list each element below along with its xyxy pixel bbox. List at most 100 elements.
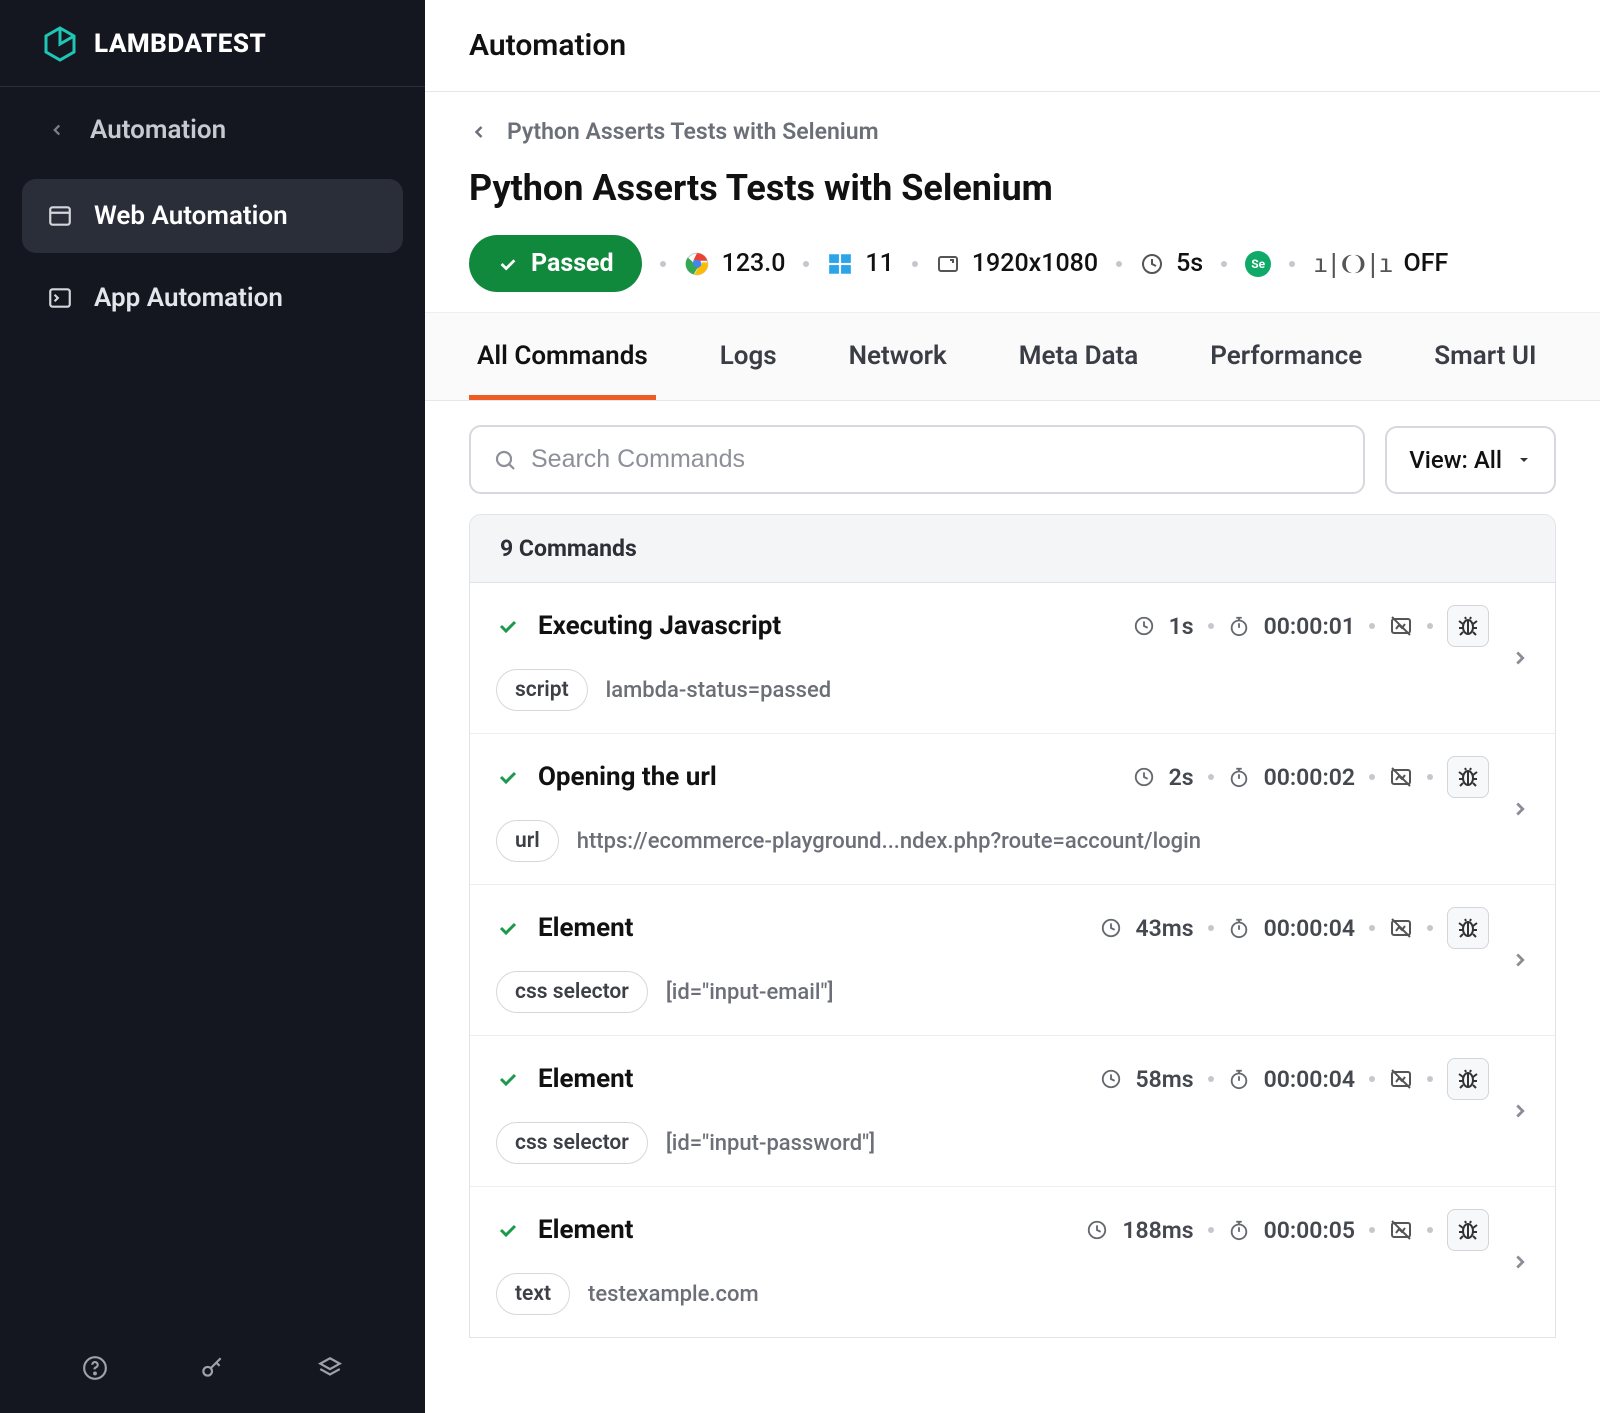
- chevron-left-icon: [48, 121, 66, 139]
- breadcrumb-label: Python Asserts Tests with Selenium: [507, 118, 879, 145]
- stack-icon[interactable]: [315, 1353, 345, 1383]
- help-icon[interactable]: [80, 1353, 110, 1383]
- tab-performance[interactable]: Performance: [1202, 313, 1370, 400]
- command-tag: url: [496, 820, 559, 862]
- terminal-icon: [46, 284, 74, 312]
- image-off-icon: [1389, 614, 1413, 638]
- separator-dot: [1369, 1227, 1375, 1233]
- clock-icon: [1140, 252, 1164, 276]
- stopwatch-icon: [1228, 917, 1250, 939]
- command-duration: 1s: [1169, 613, 1194, 640]
- stopwatch-icon: [1228, 615, 1250, 637]
- check-icon: [496, 916, 520, 940]
- separator-dot: [1369, 774, 1375, 780]
- image-off-icon: [1389, 765, 1413, 789]
- separator-dot: [1116, 261, 1122, 267]
- separator-dot: [1221, 261, 1227, 267]
- separator-dot: [1208, 623, 1214, 629]
- expand-chevron[interactable]: [1501, 1209, 1539, 1315]
- sidebar-item-app-automation[interactable]: App Automation: [22, 261, 403, 335]
- expand-chevron[interactable]: [1501, 907, 1539, 1013]
- tab-all-commands[interactable]: All Commands: [469, 313, 656, 400]
- search-box[interactable]: [469, 425, 1365, 494]
- command-row[interactable]: Element 43ms 00:00:04 css selector [id="…: [470, 885, 1555, 1036]
- breadcrumb-back[interactable]: [469, 122, 489, 142]
- command-row[interactable]: Opening the url 2s 00:00:02 url https://…: [470, 734, 1555, 885]
- sidebar-back[interactable]: Automation: [0, 87, 425, 173]
- tunnel-value: OFF: [1403, 249, 1448, 278]
- check-icon: [496, 765, 520, 789]
- tab-logs[interactable]: Logs: [712, 313, 785, 400]
- command-timestamp: 00:00:04: [1264, 1066, 1355, 1093]
- command-timestamp: 00:00:02: [1264, 764, 1355, 791]
- resolution-icon: [936, 252, 960, 276]
- command-timestamp: 00:00:05: [1264, 1217, 1355, 1244]
- debug-button[interactable]: [1447, 1209, 1489, 1251]
- command-title: Opening the url: [538, 762, 717, 792]
- image-off-icon: [1389, 1218, 1413, 1242]
- view-dropdown[interactable]: View: All: [1385, 426, 1556, 494]
- command-duration: 58ms: [1136, 1066, 1194, 1093]
- expand-chevron[interactable]: [1501, 1058, 1539, 1164]
- stopwatch-icon: [1228, 1068, 1250, 1090]
- sidebar-nav: Web Automation App Automation: [0, 173, 425, 341]
- debug-button[interactable]: [1447, 756, 1489, 798]
- debug-button[interactable]: [1447, 605, 1489, 647]
- tab-meta-data[interactable]: Meta Data: [1011, 313, 1147, 400]
- view-label: View: All: [1409, 446, 1502, 474]
- clock-icon: [1133, 615, 1155, 637]
- separator-dot: [1369, 623, 1375, 629]
- command-title: Element: [538, 1064, 633, 1094]
- separator-dot: [1427, 1227, 1433, 1233]
- check-icon: [496, 1218, 520, 1242]
- debug-button[interactable]: [1447, 1058, 1489, 1100]
- commands-list: Executing Javascript 1s 00:00:01 script …: [470, 583, 1555, 1337]
- tabs: All Commands Logs Network Meta Data Perf…: [425, 313, 1600, 401]
- caret-down-icon: [1516, 452, 1532, 468]
- meta-browser: 123.0: [684, 249, 786, 278]
- command-row[interactable]: Executing Javascript 1s 00:00:01 script …: [470, 583, 1555, 734]
- windows-icon: [827, 251, 853, 277]
- command-duration: 43ms: [1136, 915, 1194, 942]
- command-timestamp: 00:00:04: [1264, 915, 1355, 942]
- separator-dot: [1369, 925, 1375, 931]
- clock-icon: [1086, 1219, 1108, 1241]
- debug-button[interactable]: [1447, 907, 1489, 949]
- command-value: lambda-status=passed: [606, 678, 832, 703]
- meta-duration: 5s: [1140, 249, 1203, 278]
- os-version: 11: [865, 249, 893, 278]
- image-off-icon: [1389, 916, 1413, 940]
- key-icon[interactable]: [197, 1353, 227, 1383]
- tunnel-icon: ı|❨❩|ı: [1313, 249, 1391, 278]
- separator-dot: [1208, 925, 1214, 931]
- sidebar-item-web-automation[interactable]: Web Automation: [22, 179, 403, 253]
- separator-dot: [1208, 1227, 1214, 1233]
- meta-resolution: 1920x1080: [936, 249, 1098, 278]
- meta-os: 11: [827, 249, 893, 278]
- command-duration: 2s: [1169, 764, 1194, 791]
- expand-chevron[interactable]: [1501, 756, 1539, 862]
- command-timestamp: 00:00:01: [1264, 613, 1355, 640]
- topbar-title: Automation: [425, 0, 1600, 92]
- meta-row: Passed 123.0 11: [469, 235, 1556, 292]
- command-row[interactable]: Element 188ms 00:00:05 text testexample.…: [470, 1187, 1555, 1337]
- sidebar-footer: [0, 1329, 425, 1413]
- command-duration: 188ms: [1122, 1217, 1193, 1244]
- clock-icon: [1100, 917, 1122, 939]
- command-value: [id="input-password"]: [666, 1131, 875, 1156]
- page-title: Python Asserts Tests with Selenium: [469, 167, 1556, 209]
- tab-network[interactable]: Network: [841, 313, 955, 400]
- command-value: testexample.com: [588, 1282, 759, 1307]
- search-input[interactable]: [531, 445, 1341, 474]
- command-value: [id="input-email"]: [666, 980, 834, 1005]
- sidebar-item-label: Web Automation: [94, 201, 288, 231]
- sidebar: LAMBDATEST Automation Web Automation App…: [0, 0, 425, 1413]
- separator-dot: [660, 261, 666, 267]
- command-tag: script: [496, 669, 588, 711]
- separator-dot: [1427, 925, 1433, 931]
- expand-chevron[interactable]: [1501, 605, 1539, 711]
- tab-smart-ui[interactable]: Smart UI: [1426, 313, 1544, 400]
- command-row[interactable]: Element 58ms 00:00:04 css selector [id="…: [470, 1036, 1555, 1187]
- command-title: Executing Javascript: [538, 611, 781, 641]
- check-icon: [496, 614, 520, 638]
